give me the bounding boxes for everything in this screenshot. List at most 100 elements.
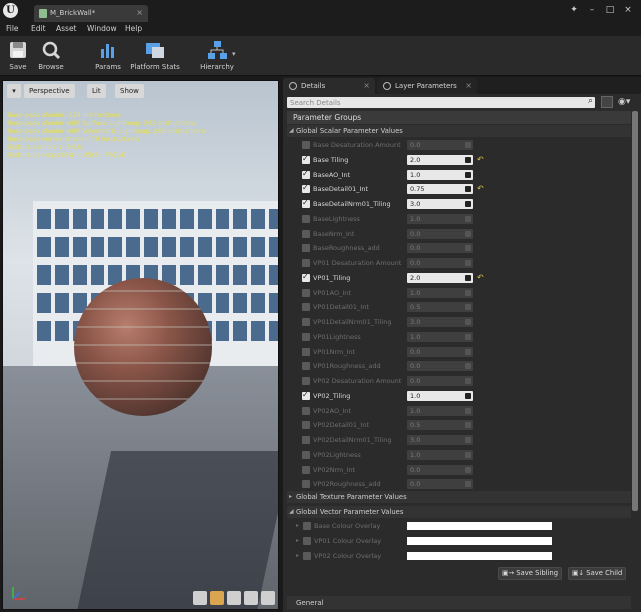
param-override-checkbox[interactable] — [302, 436, 310, 444]
general-section-header[interactable]: General — [287, 596, 631, 609]
param-override-checkbox[interactable] — [303, 522, 311, 530]
value-drag-icon[interactable] — [465, 156, 471, 163]
close-tab-icon[interactable]: × — [136, 8, 143, 17]
param-value-field[interactable]: 0.0 — [407, 228, 473, 239]
menu-help[interactable]: Help — [125, 24, 142, 33]
preview-cube-button[interactable] — [244, 591, 258, 605]
scrollbar-thumb[interactable] — [632, 111, 638, 511]
preview-sphere-button[interactable] — [210, 591, 224, 605]
param-override-checkbox[interactable] — [302, 465, 310, 474]
document-tab[interactable]: M_BrickWall* × — [34, 5, 148, 22]
param-override-checkbox[interactable] — [302, 198, 310, 208]
param-override-checkbox[interactable] — [302, 362, 310, 371]
param-override-checkbox[interactable] — [302, 229, 310, 238]
value-drag-icon[interactable] — [465, 451, 471, 458]
value-drag-icon[interactable] — [465, 407, 471, 414]
param-override-checkbox[interactable] — [302, 154, 310, 164]
value-drag-icon[interactable] — [465, 422, 471, 429]
value-drag-icon[interactable] — [465, 333, 471, 340]
param-value-field[interactable]: 1.0 — [407, 449, 473, 460]
param-value-field[interactable]: 0.0 — [407, 479, 473, 490]
expand-arrow-icon[interactable]: ▸ — [296, 522, 299, 529]
show-button[interactable]: Show — [115, 84, 144, 98]
param-override-checkbox[interactable] — [302, 272, 310, 282]
param-value-field[interactable]: 0.0 — [407, 361, 473, 372]
platform-stats-button[interactable]: Platform Stats — [128, 38, 182, 74]
param-value-field[interactable]: 0.5 — [407, 302, 473, 313]
minimize-button[interactable]: – — [586, 4, 598, 16]
param-override-checkbox[interactable] — [302, 288, 310, 297]
vector-section-header[interactable]: ◢ Global Vector Parameter Values — [287, 506, 631, 518]
param-override-checkbox[interactable] — [302, 244, 310, 253]
value-drag-icon[interactable] — [465, 289, 471, 296]
param-override-checkbox[interactable] — [302, 421, 310, 430]
save-sibling-button[interactable]: ▣→ Save Sibling — [498, 567, 563, 580]
param-override-checkbox[interactable] — [303, 551, 311, 560]
value-drag-icon[interactable] — [465, 260, 471, 266]
preview-mesh-button[interactable] — [261, 591, 275, 605]
value-drag-icon[interactable] — [465, 363, 471, 370]
param-value-field[interactable]: 1.0 — [407, 169, 473, 180]
value-drag-icon[interactable] — [465, 201, 471, 207]
preview-plane-button[interactable] — [227, 591, 241, 605]
perspective-button[interactable]: Perspective — [24, 84, 75, 98]
view-options-grid-icon[interactable] — [601, 96, 613, 108]
lit-button[interactable]: Lit — [87, 84, 106, 98]
close-details-tab-icon[interactable]: × — [363, 81, 370, 90]
param-value-field[interactable]: 2.0 — [407, 272, 473, 283]
hierarchy-button[interactable]: Hierarchy — [197, 38, 237, 74]
param-value-field[interactable]: 0.0 — [407, 376, 473, 386]
param-value-field[interactable]: 3.0 — [407, 199, 473, 209]
preview-cylinder-button[interactable] — [193, 591, 207, 605]
value-drag-icon[interactable] — [465, 466, 471, 473]
texture-section-header[interactable]: ▸ Global Texture Parameter Values — [287, 491, 631, 503]
param-override-checkbox[interactable] — [302, 214, 310, 223]
value-drag-icon[interactable] — [465, 392, 471, 399]
param-value-field[interactable]: 1.0 — [407, 405, 473, 416]
param-value-field[interactable]: 1.0 — [407, 213, 473, 224]
reset-arrow-icon[interactable]: ↶ — [477, 273, 484, 282]
value-drag-icon[interactable] — [465, 481, 471, 488]
param-value-field[interactable]: 1.0 — [407, 287, 473, 298]
search-input[interactable] — [287, 97, 583, 108]
value-drag-icon[interactable] — [465, 304, 471, 311]
color-swatch[interactable] — [407, 522, 552, 530]
param-value-field[interactable]: 0.0 — [407, 464, 473, 475]
param-override-checkbox[interactable] — [302, 259, 310, 267]
value-drag-icon[interactable] — [465, 186, 471, 193]
value-drag-icon[interactable] — [465, 215, 471, 222]
menu-asset[interactable]: Asset — [56, 24, 77, 33]
value-drag-icon[interactable] — [465, 230, 471, 237]
maximize-button[interactable]: □ — [604, 4, 616, 16]
reset-arrow-icon[interactable]: ↶ — [477, 155, 484, 164]
param-override-checkbox[interactable] — [302, 303, 310, 312]
param-value-field[interactable]: 3.0 — [407, 435, 473, 445]
param-override-checkbox[interactable] — [303, 536, 311, 545]
expand-arrow-icon[interactable]: ▸ — [296, 552, 299, 559]
tab-layer-parameters[interactable]: Layer Parameters × — [377, 78, 477, 94]
param-override-checkbox[interactable] — [302, 318, 310, 326]
parameter-groups-header[interactable]: Parameter Groups — [287, 111, 631, 124]
value-drag-icon[interactable] — [465, 142, 471, 148]
param-value-field[interactable]: 1.0 — [407, 331, 473, 342]
value-drag-icon[interactable] — [465, 437, 471, 443]
menu-file[interactable]: File — [6, 24, 19, 33]
color-swatch[interactable] — [407, 536, 552, 545]
param-value-field[interactable]: 0.0 — [407, 258, 473, 268]
menu-window[interactable]: Window — [87, 24, 117, 33]
hierarchy-dropdown-icon[interactable]: ▾ — [232, 50, 236, 58]
param-value-field[interactable]: 0.0 — [407, 346, 473, 357]
tab-details[interactable]: Details × — [283, 78, 375, 94]
panel-scrollbar[interactable] — [632, 111, 638, 511]
param-value-field[interactable]: 0.75 — [407, 184, 473, 195]
param-override-checkbox[interactable] — [302, 390, 310, 400]
param-override-checkbox[interactable] — [302, 377, 310, 385]
param-override-checkbox[interactable] — [302, 141, 310, 149]
param-override-checkbox[interactable] — [302, 347, 310, 356]
feedback-icon[interactable]: ✦ — [568, 4, 580, 16]
reset-arrow-icon[interactable]: ↶ — [477, 184, 484, 193]
value-drag-icon[interactable] — [465, 378, 471, 384]
param-override-checkbox[interactable] — [302, 450, 310, 459]
value-drag-icon[interactable] — [465, 245, 471, 252]
param-override-checkbox[interactable] — [302, 406, 310, 415]
